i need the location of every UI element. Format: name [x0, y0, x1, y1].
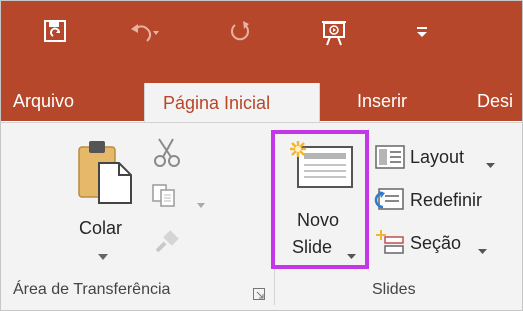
- section-icon[interactable]: [375, 229, 405, 260]
- save-sync-icon[interactable]: [43, 19, 69, 50]
- powerpoint-window: Arquivo Página Inicial Inserir Desi Cola…: [0, 0, 523, 311]
- present-from-beginning-icon[interactable]: [319, 19, 349, 52]
- title-bar: [1, 1, 522, 81]
- new-slide-highlight-box: [271, 130, 369, 269]
- scissors-icon[interactable]: [151, 137, 183, 174]
- ribbon-tab-bar: Arquivo Página Inicial Inserir Desi: [1, 81, 522, 124]
- layout-dropdown-chevron-icon[interactable]: [486, 155, 495, 173]
- layout-icon[interactable]: [375, 145, 405, 174]
- paste-dropdown-chevron-icon[interactable]: [98, 247, 108, 265]
- tab-design[interactable]: Desi: [477, 81, 513, 121]
- ribbon: Colar Área de Transferência Novo Slide L…: [1, 122, 522, 310]
- slides-group-label: Slides: [372, 281, 416, 298]
- undo-icon[interactable]: [129, 19, 159, 50]
- copy-icon[interactable]: [151, 183, 181, 214]
- dialog-launcher-icon[interactable]: [253, 287, 265, 305]
- clipboard-group-label: Área de Transferência: [13, 281, 171, 298]
- format-painter-icon[interactable]: [153, 227, 181, 260]
- section-dropdown-chevron-icon[interactable]: [478, 241, 487, 259]
- paste-icon[interactable]: [77, 137, 135, 210]
- reset-button-label[interactable]: Redefinir: [410, 190, 482, 211]
- tab-inserir[interactable]: Inserir: [357, 81, 407, 121]
- customize-qat-icon[interactable]: [415, 25, 429, 44]
- reset-slide-icon[interactable]: [373, 187, 405, 218]
- redo-icon[interactable]: [227, 19, 253, 50]
- tab-pagina-inicial[interactable]: Página Inicial: [144, 83, 320, 124]
- tab-arquivo[interactable]: Arquivo: [13, 81, 74, 121]
- section-button-label[interactable]: Seção: [410, 233, 461, 254]
- layout-button-label[interactable]: Layout: [410, 147, 464, 168]
- paste-button-label[interactable]: Colar: [79, 218, 122, 239]
- copy-dropdown-chevron-icon[interactable]: [197, 195, 205, 213]
